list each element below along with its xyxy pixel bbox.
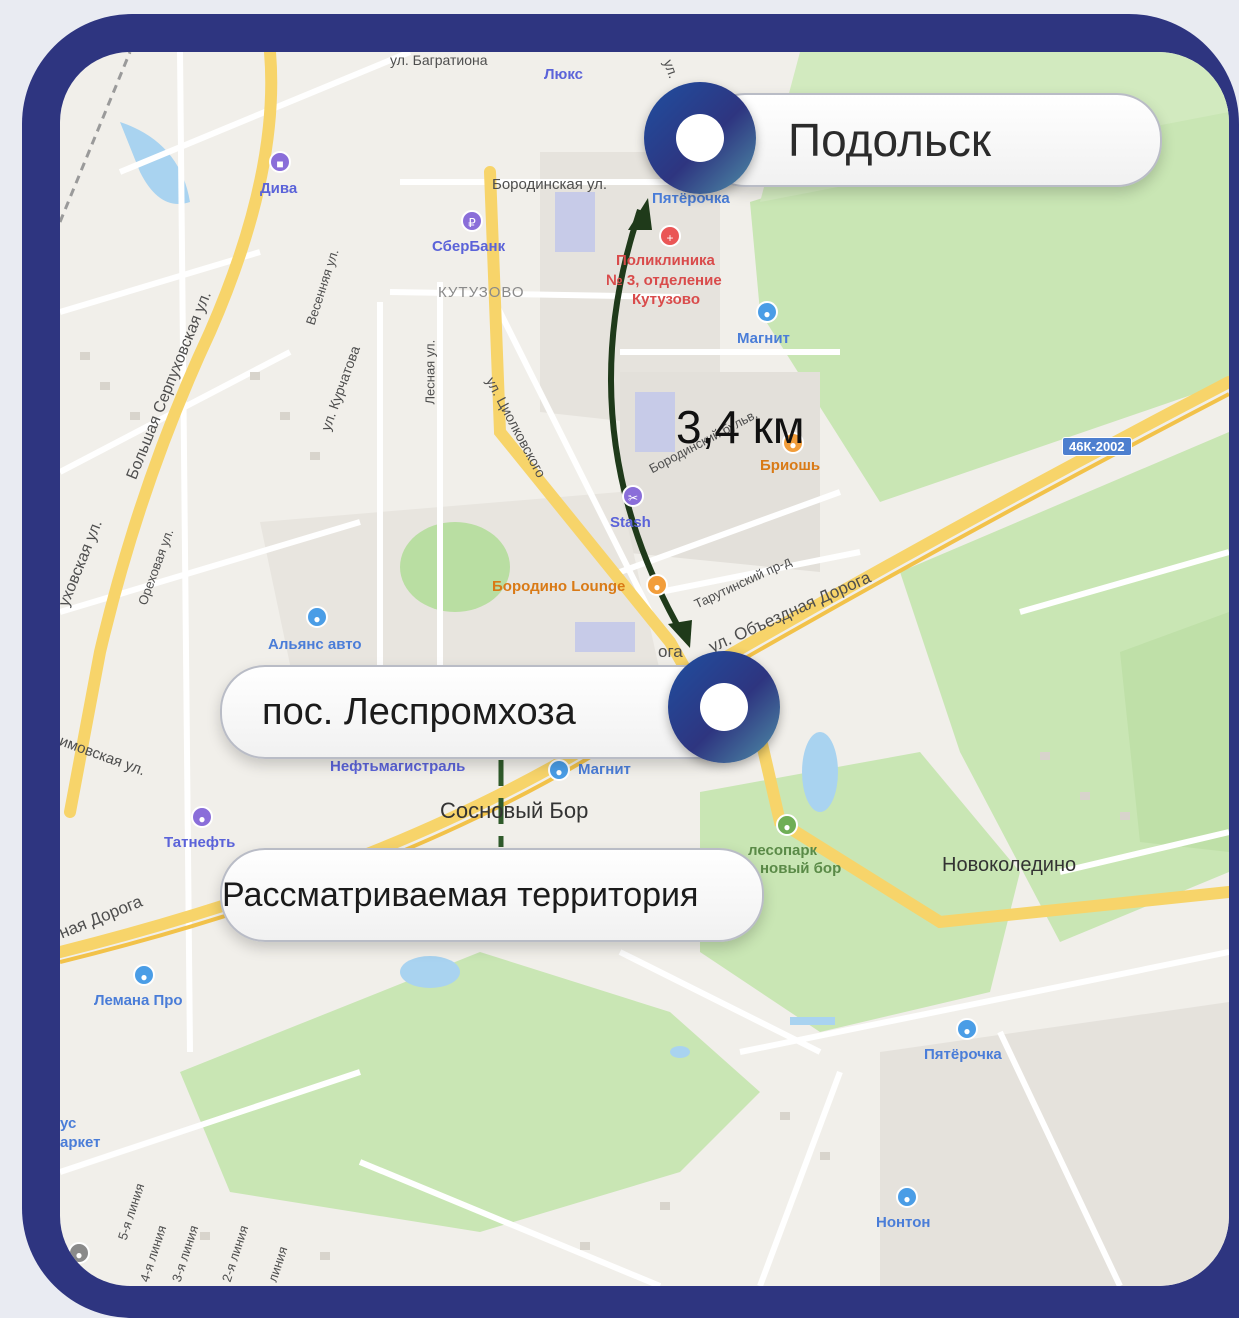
- street-label: Лесная ул.: [422, 339, 438, 405]
- hospital-icon[interactable]: +: [659, 225, 681, 247]
- poi-label[interactable]: Нонтон: [876, 1214, 930, 1231]
- shopping-basket-icon[interactable]: ●: [548, 759, 570, 781]
- road-label: ога: [658, 642, 683, 661]
- poi-label[interactable]: СберБанк: [432, 238, 505, 255]
- poi-label[interactable]: ус: [60, 1115, 76, 1132]
- poi-label[interactable]: Татнефть: [164, 834, 235, 851]
- poi-label[interactable]: Лемана Про: [94, 992, 183, 1009]
- location-pin-icon[interactable]: [668, 651, 780, 763]
- fuel-icon[interactable]: ●: [191, 806, 213, 828]
- poi-label[interactable]: № 3, отделение: [606, 272, 722, 289]
- callout-lespromhoz[interactable]: пос. Леспромхоза: [220, 665, 744, 759]
- locality-label: Сосновый Бор: [440, 798, 589, 823]
- bank-icon[interactable]: ₽: [461, 210, 483, 232]
- locality-label: Новоколедино: [942, 854, 1077, 876]
- street-label: ул. Багратиона: [390, 52, 488, 68]
- highway-shield: 46К-2002: [1062, 437, 1132, 456]
- street-label: Бородинская ул.: [492, 176, 608, 193]
- callout-label: Подольск: [788, 114, 991, 166]
- distance-label: 3,4 км: [676, 401, 805, 453]
- poi-label[interactable]: Альянс авто: [268, 636, 362, 653]
- poi-label[interactable]: Нефтьмагистраль: [330, 758, 465, 775]
- hotel-icon[interactable]: ■: [269, 151, 291, 173]
- poi-label[interactable]: Бородино Lounge: [492, 578, 625, 595]
- poi-label[interactable]: Люкс: [544, 66, 583, 83]
- poi-label[interactable]: Поликлиника: [616, 252, 715, 269]
- poi-label[interactable]: Пятёрочка: [924, 1046, 1002, 1063]
- scissors-icon[interactable]: ✂: [622, 485, 644, 507]
- poi-label[interactable]: аркет: [60, 1134, 101, 1151]
- poi-label[interactable]: Кутузово: [632, 291, 700, 308]
- poi-label[interactable]: лесопарк: [748, 842, 817, 859]
- poi-label[interactable]: Бриошь: [760, 457, 820, 474]
- callout-label: Рассматриваемая территория: [222, 876, 699, 914]
- camera-icon[interactable]: ●: [68, 1242, 90, 1264]
- shop-icon[interactable]: ●: [896, 1186, 918, 1208]
- restaurant-icon[interactable]: ●: [646, 574, 668, 596]
- shopping-basket-icon[interactable]: ●: [756, 301, 778, 323]
- poi-label[interactable]: новый бор: [760, 860, 841, 877]
- callout-territory[interactable]: Рассматриваемая территория: [220, 848, 764, 942]
- callout-podolsk[interactable]: Подольск: [700, 93, 1162, 187]
- poi-label[interactable]: Дива: [260, 180, 297, 197]
- poi-label[interactable]: Магнит: [578, 761, 631, 778]
- shopping-basket-icon[interactable]: ●: [956, 1018, 978, 1040]
- poi-label[interactable]: Stash: [610, 514, 651, 531]
- park-icon[interactable]: ●: [776, 814, 798, 836]
- location-pin-icon[interactable]: [644, 82, 756, 194]
- callout-label: пос. Леспромхоза: [262, 691, 576, 733]
- district-label: КУТУЗОВО: [438, 284, 525, 301]
- car-icon[interactable]: ●: [306, 606, 328, 628]
- poi-label[interactable]: Магнит: [737, 330, 790, 347]
- cart-icon[interactable]: ●: [133, 964, 155, 986]
